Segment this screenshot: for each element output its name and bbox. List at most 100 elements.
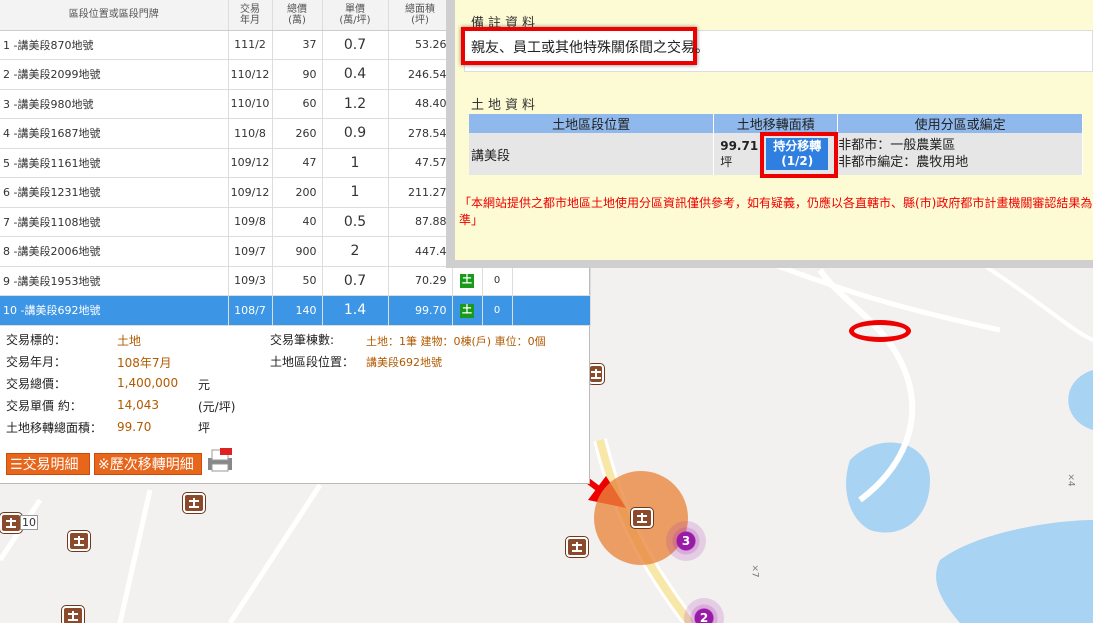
land-marker[interactable] [566,537,588,557]
detail-area-unit: 坪 [198,421,211,435]
cluster-marker[interactable]: 3 [666,521,706,561]
land-col-zoning: 使用分區或編定 [837,114,1083,133]
land-marker-partial[interactable] [588,364,604,384]
row-extra [512,295,591,326]
land-marker[interactable] [62,606,84,623]
land-marker[interactable] [0,513,22,533]
row-date: 110/8 [228,118,273,149]
land-marker-selected[interactable] [631,508,653,528]
detail-total-unit: 元 [198,378,211,392]
row-unit-price: 1.4 [322,295,389,326]
detail-area-label: 土地移轉總面積： [6,421,103,435]
row-date: 109/12 [228,148,273,178]
transfer-history-button[interactable]: ※歷次移轉明細 [94,453,202,475]
transaction-detail-button[interactable]: ☰交易明細 [6,453,90,475]
row-count: 0 [482,295,513,326]
row-total-price: 40 [272,207,323,237]
detail-ym-value: 108年7月 [117,356,172,370]
pdf-print-icon[interactable] [206,446,234,474]
row-type-cell: 土 [452,295,483,326]
zoning-line-2: 非都市編定：農牧用地 [838,155,969,170]
detail-total-label: 交易總價： [6,377,67,391]
row-unit-price: 2 [322,236,389,267]
row-area: 447.4 [388,236,453,267]
row-address: 9 -講美段1953地號 [0,266,229,296]
row-area: 70.29 [388,266,453,296]
row-area: 211.27 [388,177,453,208]
row-date: 109/3 [228,266,273,296]
detail-area-value: 99.70 [117,420,152,434]
row-date: 109/7 [228,236,273,267]
col-header-date[interactable]: 交易 年月 [228,0,273,31]
zoning-line-1: 非都市：一般農業區 [838,138,956,153]
land-section: 講美段 [469,133,715,175]
row-area: 87.88 [388,207,453,237]
detail-count-value: 土地：1筆 建物：0棟(戶) 車位：0個 [366,335,546,348]
row-address: 7 -講美段1108地號 [0,207,229,237]
row-type-cell: 土 [452,266,483,296]
detail-total-value: 1,400,000 [117,376,179,390]
col-header-total[interactable]: 總價 (萬) [272,0,323,31]
row-unit-price: 1 [322,148,389,178]
detail-target-value: 土地 [117,334,142,348]
detail-unit-value: 14,043 [117,398,159,412]
land-marker[interactable] [183,493,205,513]
row-area: 47.57 [388,148,453,178]
share-red-highlight [760,132,838,178]
row-total-price: 37 [272,30,323,60]
detail-pos-value: 講美段692地號 [366,356,442,369]
list-icon: ☰ [10,457,23,473]
detail-ym-label: 交易年月： [6,355,67,369]
row-unit-price: 1.2 [322,89,389,119]
land-type-icon: 土 [460,274,474,289]
cluster-count: 2 [699,611,709,623]
detail-target-label: 交易標的： [6,333,67,347]
row-total-price: 260 [272,118,323,149]
row-total-price: 50 [272,266,323,296]
land-col-area: 土地移轉面積 [713,114,839,133]
row-unit-price: 0.5 [322,207,389,237]
row-unit-price: 1 [322,177,389,208]
detail-pos-label: 土地區段位置： [270,355,355,369]
row-area: 278.54 [388,118,453,149]
row-date: 110/12 [228,59,273,90]
row-address: 10 -講美段692地號 [0,295,229,326]
detail-unit-label: 交易單價 約： [6,399,82,413]
col-header-address[interactable]: 區段位置或區段門牌 [0,0,229,31]
row-total-price: 90 [272,59,323,90]
row-total-price: 47 [272,148,323,178]
row-date: 109/12 [228,177,273,208]
red-highlight-ellipse [849,320,911,342]
map-grid-mark: ×4 [1065,473,1076,487]
land-marker[interactable] [68,531,90,551]
row-extra [512,266,591,296]
table-row[interactable]: 10 -講美段692地號 108/7 140 1.4 99.70 土 0 [0,295,591,326]
row-date: 109/8 [228,207,273,237]
detail-unit-unit: (元/坪) [198,400,236,414]
marker-count-label: 10 [20,515,38,530]
row-address: 3 -講美段980地號 [0,89,229,119]
zoning-disclaimer: 「本網站提供之都市地區土地使用分區資訊僅供參考，如有疑義，仍應以各直轄市、縣(市… [459,196,1093,227]
row-total-price: 200 [272,177,323,208]
row-address: 8 -講美段2006地號 [0,236,229,267]
col-header-area[interactable]: 總面積 (坪) [388,0,453,31]
col-header-unit[interactable]: 單價 (萬/坪) [322,0,389,31]
row-date: 108/7 [228,295,273,326]
remark-text: 親友、員工或其他特殊關係間之交易。 [471,40,709,56]
map-grid-mark: ×7 [749,564,760,578]
row-area: 99.70 [388,295,453,326]
row-address: 4 -講美段1687地號 [0,118,229,149]
table-row[interactable]: 9 -講美段1953地號 109/3 50 0.7 70.29 土 0 [0,266,591,296]
row-unit-price: 0.4 [322,59,389,90]
row-area: 53.26 [388,30,453,60]
land-table-header: 土地區段位置 土地移轉面積 使用分區或編定 [469,114,1083,133]
row-total-price: 60 [272,89,323,119]
row-address: 6 -講美段1231地號 [0,177,229,208]
land-col-position: 土地區段位置 [469,114,715,133]
row-total-price: 900 [272,236,323,267]
row-address: 2 -講美段2099地號 [0,59,229,90]
row-date: 110/10 [228,89,273,119]
row-date: 111/2 [228,30,273,60]
row-unit-price: 0.9 [322,118,389,149]
row-address: 1 -講美段870地號 [0,30,229,60]
